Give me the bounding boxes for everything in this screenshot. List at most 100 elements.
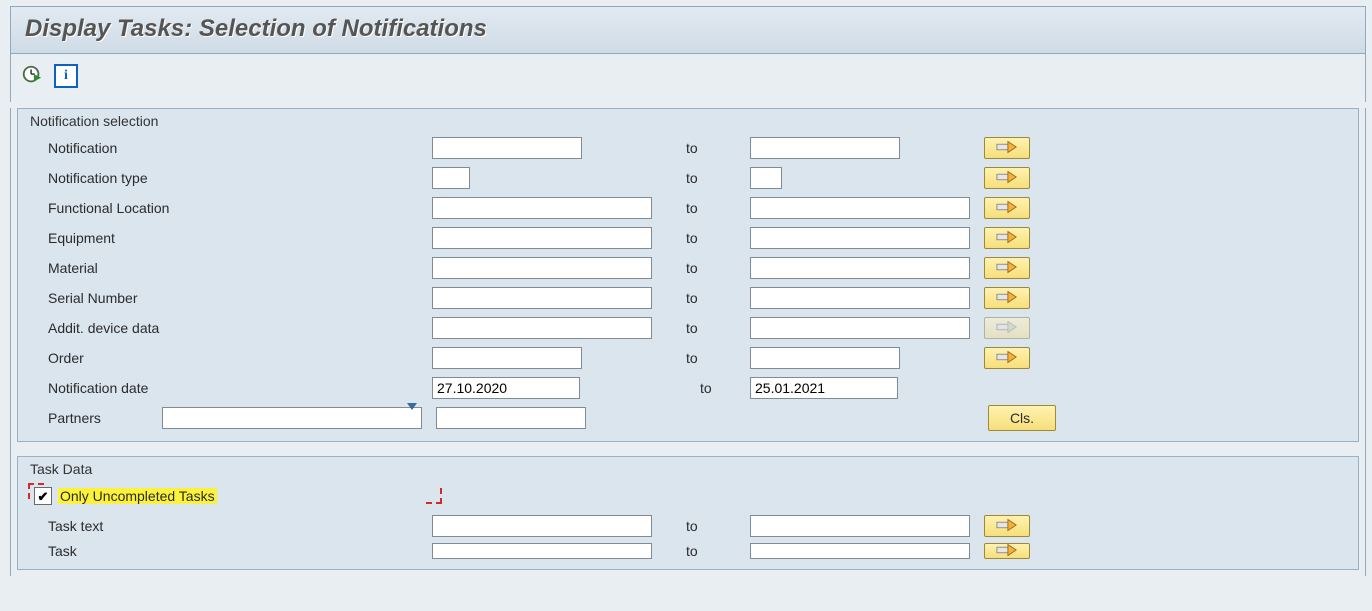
row-task: Task to bbox=[48, 541, 1344, 561]
chevron-down-icon bbox=[407, 410, 417, 426]
input-notifdate-to[interactable] bbox=[750, 377, 898, 399]
arrow-right-icon bbox=[996, 169, 1018, 188]
group-task-data: Task Data Only Uncompleted Tasks Task te… bbox=[17, 456, 1359, 570]
info-icon: i bbox=[54, 64, 78, 88]
to-material: to bbox=[666, 260, 746, 276]
to-notifdate: to bbox=[666, 380, 746, 396]
arrow-right-icon bbox=[996, 229, 1018, 248]
input-order-from[interactable] bbox=[432, 347, 582, 369]
label-equipment: Equipment bbox=[48, 230, 428, 246]
annotation-corner-br bbox=[426, 488, 442, 504]
label-notification-type: Notification type bbox=[48, 170, 428, 186]
input-notiftype-to[interactable] bbox=[750, 167, 782, 189]
row-task-text: Task text to bbox=[48, 511, 1344, 541]
input-partners-value[interactable] bbox=[436, 407, 586, 429]
input-equipment-to[interactable] bbox=[750, 227, 970, 249]
row-material: Material to bbox=[48, 253, 1344, 283]
row-partners: Partners Cls. bbox=[48, 403, 1344, 433]
row-addit-device: Addit. device data to bbox=[48, 313, 1344, 343]
arrow-right-icon bbox=[996, 319, 1018, 338]
execute-button[interactable] bbox=[19, 64, 45, 88]
input-addit-from[interactable] bbox=[432, 317, 652, 339]
row-equipment: Equipment to bbox=[48, 223, 1344, 253]
group-notification-selection: Notification selection Notification to N… bbox=[17, 108, 1359, 442]
label-material: Material bbox=[48, 260, 428, 276]
multi-select-serial[interactable] bbox=[984, 287, 1030, 309]
multi-select-funcloc[interactable] bbox=[984, 197, 1030, 219]
arrow-right-icon bbox=[996, 199, 1018, 218]
to-serial: to bbox=[666, 290, 746, 306]
to-tasktext: to bbox=[666, 518, 746, 534]
multi-select-task[interactable] bbox=[984, 543, 1030, 559]
to-addit: to bbox=[666, 320, 746, 336]
label-partners: Partners bbox=[48, 410, 158, 426]
input-notification-from[interactable] bbox=[432, 137, 582, 159]
to-notification: to bbox=[666, 140, 746, 156]
row-serial-number: Serial Number to bbox=[48, 283, 1344, 313]
arrow-right-icon bbox=[996, 139, 1018, 158]
arrow-right-icon bbox=[996, 349, 1018, 368]
multi-select-material[interactable] bbox=[984, 257, 1030, 279]
arrow-right-icon bbox=[996, 542, 1018, 561]
to-task: to bbox=[666, 543, 746, 559]
multi-select-equipment[interactable] bbox=[984, 227, 1030, 249]
cls-button-label: Cls. bbox=[1010, 410, 1034, 426]
input-tasktext-from[interactable] bbox=[432, 515, 652, 537]
multi-select-addit[interactable] bbox=[984, 317, 1030, 339]
arrow-right-icon bbox=[996, 289, 1018, 308]
info-button[interactable]: i bbox=[53, 64, 79, 88]
label-order: Order bbox=[48, 350, 428, 366]
input-material-from[interactable] bbox=[432, 257, 652, 279]
combo-partners[interactable] bbox=[162, 407, 422, 429]
multi-select-tasktext[interactable] bbox=[984, 515, 1030, 537]
input-notifdate-from[interactable] bbox=[432, 377, 580, 399]
task-rows: Only Uncompleted Tasks Task text to bbox=[18, 481, 1358, 569]
to-funcloc: to bbox=[666, 200, 746, 216]
input-notification-to[interactable] bbox=[750, 137, 900, 159]
arrow-right-icon bbox=[996, 259, 1018, 278]
row-notification: Notification to bbox=[48, 133, 1344, 163]
row-notification-date: Notification date to bbox=[48, 373, 1344, 403]
label-only-uncompleted: Only Uncompleted Tasks bbox=[58, 488, 217, 504]
content-area: Notification selection Notification to N… bbox=[10, 108, 1366, 576]
toolbar: i bbox=[10, 54, 1366, 102]
row-func-location: Functional Location to bbox=[48, 193, 1344, 223]
input-serial-from[interactable] bbox=[432, 287, 652, 309]
group-title-task: Task Data bbox=[18, 457, 1358, 481]
title-bar: Display Tasks: Selection of Notification… bbox=[10, 6, 1366, 54]
input-funcloc-from[interactable] bbox=[432, 197, 652, 219]
cls-button[interactable]: Cls. bbox=[988, 405, 1056, 431]
label-addit-device: Addit. device data bbox=[48, 320, 428, 336]
page-title: Display Tasks: Selection of Notification… bbox=[25, 15, 487, 42]
multi-select-notification[interactable] bbox=[984, 137, 1030, 159]
input-notiftype-from[interactable] bbox=[432, 167, 470, 189]
to-order: to bbox=[666, 350, 746, 366]
input-equipment-from[interactable] bbox=[432, 227, 652, 249]
input-task-from[interactable] bbox=[432, 543, 652, 559]
input-tasktext-to[interactable] bbox=[750, 515, 970, 537]
row-order: Order to bbox=[48, 343, 1344, 373]
input-material-to[interactable] bbox=[750, 257, 970, 279]
label-task-text: Task text bbox=[48, 518, 428, 534]
to-notiftype: to bbox=[666, 170, 746, 186]
multi-select-order[interactable] bbox=[984, 347, 1030, 369]
label-notif-date: Notification date bbox=[48, 380, 428, 396]
arrow-right-icon bbox=[996, 517, 1018, 536]
app-root: Display Tasks: Selection of Notification… bbox=[0, 0, 1372, 611]
input-serial-to[interactable] bbox=[750, 287, 970, 309]
label-serial-number: Serial Number bbox=[48, 290, 428, 306]
group-title-notif: Notification selection bbox=[18, 109, 1358, 133]
label-func-location: Functional Location bbox=[48, 200, 428, 216]
input-funcloc-to[interactable] bbox=[750, 197, 970, 219]
input-addit-to[interactable] bbox=[750, 317, 970, 339]
label-task: Task bbox=[48, 543, 428, 559]
input-task-to[interactable] bbox=[750, 543, 970, 559]
to-equipment: to bbox=[666, 230, 746, 246]
multi-select-notiftype[interactable] bbox=[984, 167, 1030, 189]
checkbox-only-uncompleted[interactable] bbox=[34, 487, 52, 505]
execute-clock-icon bbox=[21, 64, 43, 89]
label-notification: Notification bbox=[48, 140, 428, 156]
row-notification-type: Notification type to bbox=[48, 163, 1344, 193]
input-order-to[interactable] bbox=[750, 347, 900, 369]
row-only-uncompleted: Only Uncompleted Tasks bbox=[48, 481, 1344, 511]
